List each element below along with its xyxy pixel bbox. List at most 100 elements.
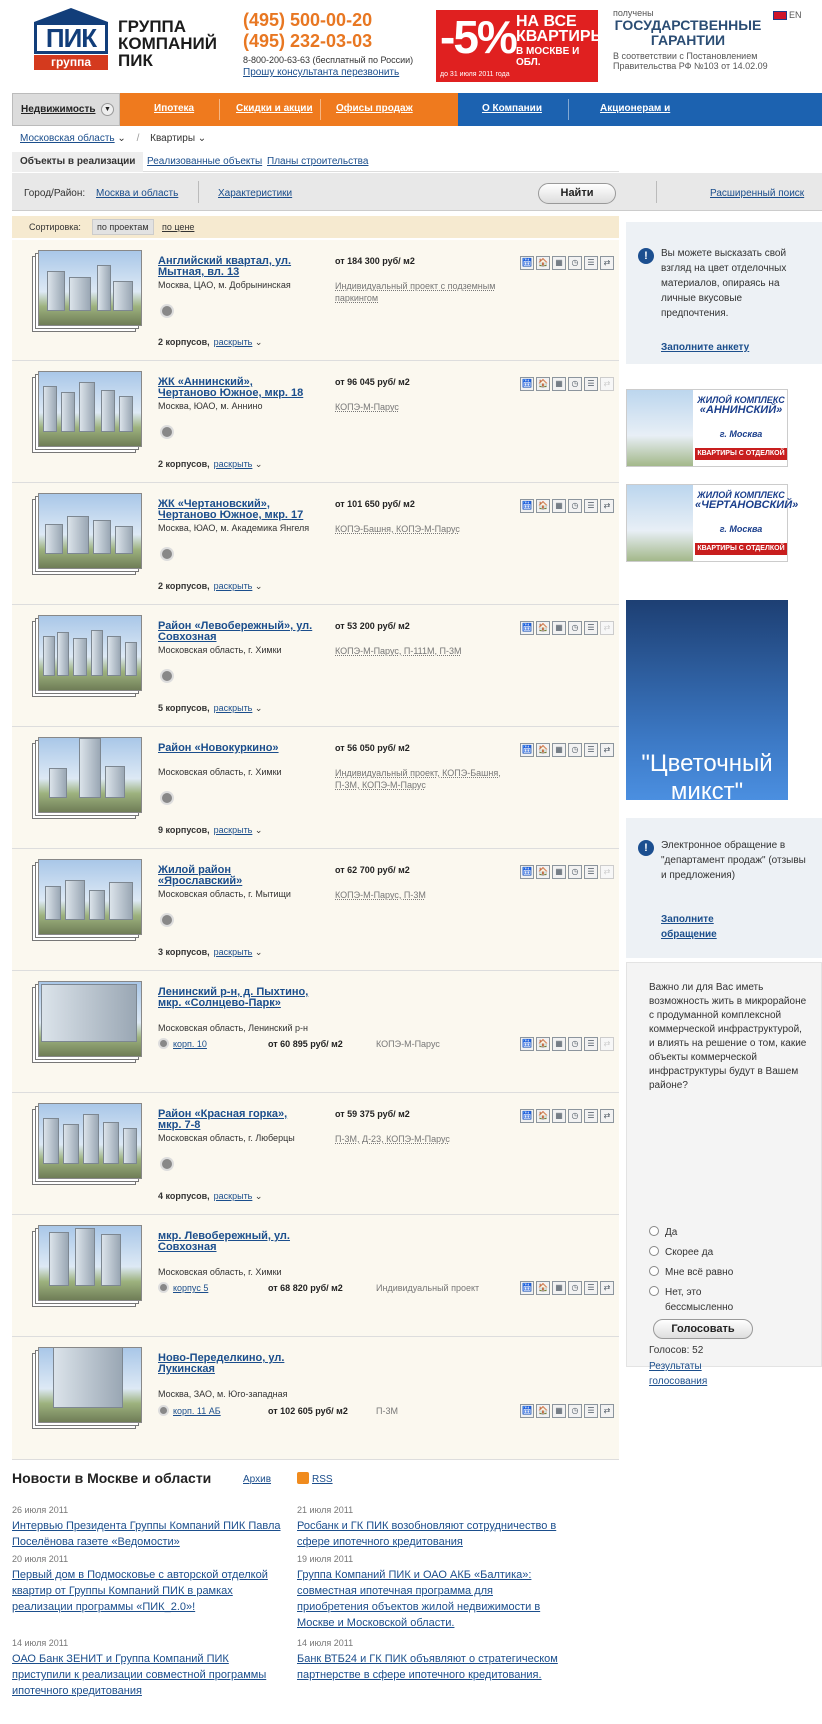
poll-option[interactable]: Мне всё равно — [649, 1265, 733, 1280]
flower-mix-banner[interactable]: "Цветочный микст" — [626, 600, 788, 800]
radio-button[interactable] — [649, 1246, 659, 1256]
rss-link[interactable]: RSS — [297, 1472, 333, 1485]
project-title[interactable]: Район «Красная горка», мкр. 7-8 — [158, 1109, 313, 1131]
poll-option[interactable]: Да — [649, 1225, 677, 1240]
project-type[interactable]: КОПЭ-М-Парус, П-111М, П-3М — [335, 645, 515, 657]
nav-realty[interactable]: Недвижимость ▼ — [12, 93, 120, 126]
promo-banner[interactable]: -5% НА ВСЕ КВАРТИРЫ В МОСКВЕ И ОБЛ. до 3… — [436, 10, 606, 82]
project-photo[interactable] — [32, 371, 142, 453]
pik-logo[interactable]: ПИК группа — [34, 8, 108, 74]
project-title[interactable]: Ленинский р-н, д. Пыхтино, мкр. «Солнцев… — [158, 987, 313, 1009]
project-title[interactable]: ЖК «Чертановский», Чертаново Южное, мкр.… — [158, 499, 313, 521]
expand-link[interactable]: раскрыть — [214, 459, 253, 469]
radio-button[interactable] — [649, 1266, 659, 1276]
tab-construction-plans[interactable]: Планы строительства — [267, 156, 368, 167]
survey-link[interactable]: Заполните анкету — [661, 340, 749, 355]
building-shape — [93, 520, 111, 554]
radio-button[interactable] — [649, 1286, 659, 1296]
project-type: КОПЭ-М-Парус — [376, 1039, 440, 1049]
appeal-link[interactable]: Заполните обращение — [661, 912, 751, 942]
project-type[interactable]: Индивидуальный проект с подземным паркин… — [335, 280, 515, 304]
annino-banner[interactable]: ЖИЛОЙ КОМПЛЕКС «АННИНСКИЙ» г. Москва КВА… — [626, 389, 788, 467]
chertanovo-banner[interactable]: ЖИЛОЙ КОМПЛЕКС «ЧЕРТАНОВСКИЙ» г. Москва … — [626, 484, 798, 562]
feature-icon: ☰ — [584, 499, 598, 513]
project-title[interactable]: ЖК «Аннинский», Чертаново Южное, мкр. 18 — [158, 377, 313, 399]
project-photo[interactable] — [32, 1347, 142, 1429]
project-price: от 56 050 руб/ м2 — [335, 743, 410, 753]
building-link[interactable]: корпус 5 — [173, 1283, 208, 1293]
project-photo[interactable] — [32, 737, 142, 819]
expand-link[interactable]: раскрыть — [214, 581, 253, 591]
project-photo[interactable] — [32, 859, 142, 941]
language-switch[interactable]: EN — [773, 10, 802, 21]
building-link[interactable]: корп. 10 — [173, 1039, 207, 1049]
feature-icon: 🏠 — [536, 865, 550, 879]
find-button[interactable]: Найти — [538, 183, 616, 204]
project-title[interactable]: Район «Левобережный», ул. Совхозная — [158, 621, 313, 643]
poll-results-link[interactable]: Результаты голосования — [649, 1359, 729, 1389]
expand-link[interactable]: раскрыть — [214, 703, 253, 713]
chevron-down-icon: ⌄ — [252, 1191, 263, 1201]
project-title[interactable]: Район «Новокуркино» — [158, 743, 313, 754]
poll-option[interactable]: Скорее да — [649, 1245, 713, 1260]
building-link[interactable]: корп. 11 АБ — [173, 1406, 221, 1416]
feature-icons: 🛗 🏠 ▦ ◷ ☰ ⇄ — [520, 743, 616, 757]
callback-link[interactable]: Прошу консультанта перезвонить — [243, 67, 423, 78]
news-link[interactable]: Росбанк и ГК ПИК возобновляют сотрудниче… — [297, 1518, 567, 1550]
feature-icon: ◷ — [568, 743, 582, 757]
nav-item-offices[interactable]: Офисы продаж — [336, 103, 413, 114]
radio-button[interactable] — [649, 1226, 659, 1236]
guarantee-block[interactable]: получены ГОСУДАРСТВЕННЫЕ ГАРАНТИИ В соот… — [613, 8, 773, 71]
project-photo[interactable] — [32, 250, 142, 332]
project-type[interactable]: Индивидуальный проект, КОПЭ-Башня, П-3М,… — [335, 767, 515, 791]
tab-current-objects[interactable]: Объекты в реализации — [12, 152, 144, 172]
poll-option-label: Скорее да — [665, 1247, 714, 1258]
news-link[interactable]: Банк ВТБ24 и ГК ПИК объявляют о стратеги… — [297, 1651, 567, 1683]
project-type[interactable]: КОПЭ-Башня, КОПЭ-М-Парус — [335, 523, 515, 535]
news-archive-link[interactable]: Архив — [243, 1474, 271, 1485]
news-link[interactable]: Первый дом в Подмосковье с авторской отд… — [12, 1567, 282, 1615]
vote-button[interactable]: Голосовать — [653, 1319, 753, 1339]
nav-item-mortgage[interactable]: Ипотека — [154, 103, 194, 114]
expand-link[interactable]: раскрыть — [214, 337, 253, 347]
logo-roof-shape — [34, 8, 108, 22]
tab-completed-objects[interactable]: Реализованные объекты — [147, 156, 262, 167]
project-photo[interactable] — [32, 1225, 142, 1307]
news-link[interactable]: Группа Компаний ПИК и ОАО АКБ «Балтика»:… — [297, 1567, 567, 1631]
project-title[interactable]: Ново-Переделкино, ул. Лукинская — [158, 1353, 313, 1375]
project-photo[interactable] — [32, 981, 142, 1063]
sort-by-project[interactable]: по проектам — [92, 219, 154, 235]
project-title[interactable]: Жилой район «Ярославский» — [158, 865, 313, 887]
project-title[interactable]: Английский квартал, ул. Мытная, вл. 13 — [158, 256, 313, 278]
feature-icon: 🛗 — [520, 865, 534, 879]
sort-by-price[interactable]: по цене — [162, 222, 194, 232]
city-select[interactable]: Москва и область — [96, 188, 178, 199]
news-link[interactable]: Интервью Президента Группы Компаний ПИК … — [12, 1518, 282, 1550]
poll-question: Важно ли для Вас иметь возможность жить … — [649, 982, 807, 1091]
advanced-search-link[interactable]: Расширенный поиск — [710, 188, 804, 199]
poll-option[interactable]: Нет, это бессмысленно — [649, 1285, 749, 1315]
breadcrumb: Московская область ⌄ / Квартиры ⌄ — [20, 133, 580, 144]
expand-link[interactable]: раскрыть — [214, 947, 253, 957]
building-count: 4 корпусов, раскрыть ⌄ — [158, 1191, 262, 1202]
project-type[interactable]: КОПЭ-М-Парус, П-3М — [335, 889, 515, 901]
project-photo[interactable] — [32, 493, 142, 575]
nav-item-discounts[interactable]: Скидки и акции — [236, 103, 313, 114]
project-photo[interactable] — [32, 1103, 142, 1185]
features-select[interactable]: Характеристики — [218, 188, 292, 199]
expand-link[interactable]: раскрыть — [214, 825, 253, 835]
nav-item-shareholders[interactable]: Акционерам и — [600, 103, 670, 114]
promo-date: до 31 июля 2011 года — [440, 71, 510, 78]
banner-city: г. Москва — [719, 429, 763, 439]
project-photo[interactable] — [32, 615, 142, 697]
expand-link[interactable]: раскрыть — [214, 1191, 253, 1201]
news-item: 21 июля 2011 Росбанк и ГК ПИК возобновляю… — [297, 1505, 567, 1550]
nav-item-company[interactable]: О Компании — [482, 103, 542, 114]
project-type[interactable]: П-3М, Д-23, КОПЭ-М-Парус — [335, 1133, 515, 1145]
breadcrumb-region[interactable]: Московская область — [20, 133, 115, 144]
project-title[interactable]: мкр. Левобережный, ул. Совхозная — [158, 1231, 313, 1253]
feature-icon: 🏠 — [536, 743, 550, 757]
news-link[interactable]: ОАО Банк ЗЕНИТ и Группа Компаний ПИК при… — [12, 1651, 282, 1699]
breadcrumb-apartments[interactable]: Квартиры — [150, 133, 195, 144]
project-type[interactable]: КОПЭ-М-Парус — [335, 401, 515, 413]
